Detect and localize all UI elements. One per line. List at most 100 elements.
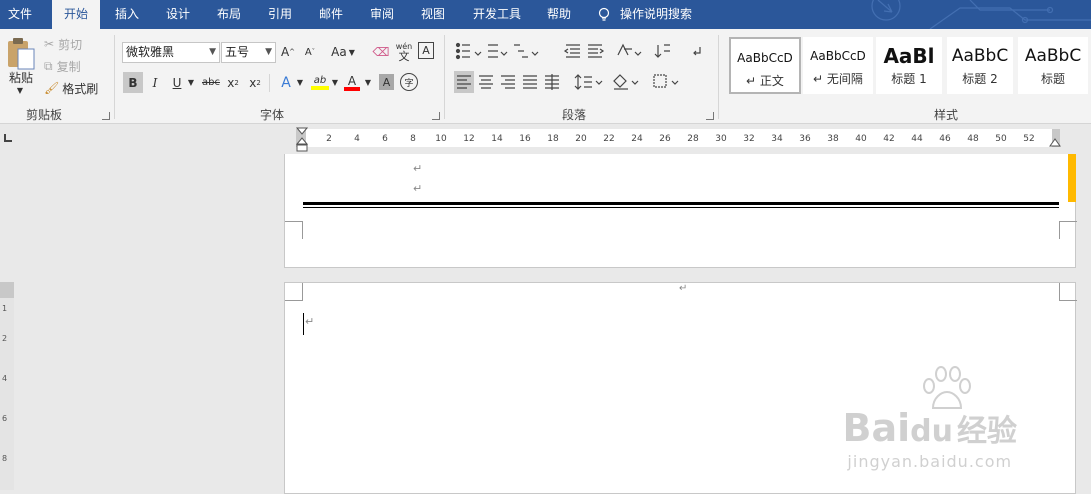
tab-home[interactable]: 开始 <box>52 0 100 29</box>
tab-file[interactable]: 文件 <box>0 0 40 29</box>
font-group-label: 字体 <box>260 108 285 122</box>
ruler-tick-label: 52 <box>1023 134 1035 144</box>
subscript-button[interactable]: x2 <box>225 72 241 93</box>
paste-button[interactable]: 粘贴 <box>4 69 38 85</box>
crop-mark <box>285 283 303 301</box>
font-launcher-icon[interactable] <box>432 112 440 120</box>
vruler-margin <box>0 282 14 298</box>
ruler-area: 2 4 6 8 10 12 14 16 18 20 22 24 26 28 30 32 34 36 38 40 42 44… <box>0 124 1091 154</box>
clear-format-icon[interactable]: ⌫ <box>372 42 390 62</box>
clipboard-launcher-icon[interactable] <box>102 112 110 120</box>
chevron-down-icon: ▼ <box>265 47 272 57</box>
format-painter-button[interactable]: 🖌 格式刷 <box>44 80 102 96</box>
ruler-tick-label: 16 <box>519 134 531 144</box>
tab-layout[interactable]: 布局 <box>208 0 250 29</box>
clipboard-group-label: 剪贴板 <box>26 108 63 122</box>
page-2[interactable]: ↵ ↵ Baidu 经验 jingyan.baidu.com <box>284 282 1077 494</box>
chevron-down-icon: ▼ <box>209 47 216 57</box>
style-no-spacing[interactable]: AaBbCcD ↵ 无间隔 <box>803 37 873 94</box>
ruler-tick-label: 32 <box>743 134 755 144</box>
styles-group-label: 样式 <box>934 108 959 122</box>
vruler-tick-label: 1 <box>2 304 8 313</box>
superscript-button[interactable]: x2 <box>247 72 263 93</box>
ruler-tick-label: 12 <box>463 134 475 144</box>
effects-dropdown-icon[interactable]: ▼ <box>296 72 304 93</box>
group-separator <box>269 74 270 92</box>
vruler-tick-label: 6 <box>2 414 8 423</box>
ruler-tick-label: 18 <box>547 134 559 144</box>
strikethrough-button[interactable]: abc <box>201 72 221 93</box>
baidu-watermark: Baidu 经验 jingyan.baidu.com <box>843 366 1017 471</box>
crop-mark <box>285 221 303 239</box>
bold-button[interactable]: B <box>123 72 143 93</box>
highlight-color-bar <box>311 86 329 90</box>
paragraph-group-label: 段落 <box>562 108 587 122</box>
paw-icon <box>922 366 971 409</box>
underline-button[interactable]: U <box>169 72 185 93</box>
tell-me-search[interactable]: 操作说明搜索 <box>620 0 708 29</box>
lightbulb-icon[interactable] <box>598 7 610 23</box>
ruler-tick-label: 50 <box>995 134 1007 144</box>
right-indent-marker-icon[interactable] <box>1049 137 1061 147</box>
ruler-tick-label: 44 <box>911 134 923 144</box>
tab-review[interactable]: 审阅 <box>361 0 403 29</box>
phonetic-guide-button[interactable]: wén 文 <box>395 40 413 64</box>
char-shading-button[interactable]: A <box>379 74 394 90</box>
ruler-tick-label: 40 <box>855 134 867 144</box>
ruler-tick-label: 30 <box>715 134 727 144</box>
group-separator <box>114 35 115 119</box>
highlight-dropdown-icon[interactable]: ▼ <box>331 72 339 93</box>
paste-dropdown-icon[interactable]: ▼ <box>14 85 26 95</box>
font-name-dropdown[interactable]: 微软雅黑 ▼ <box>122 42 220 63</box>
ruler-tick-label: 24 <box>631 134 643 144</box>
tab-mailings[interactable]: 邮件 <box>310 0 352 29</box>
tab-insert[interactable]: 插入 <box>106 0 148 29</box>
grow-font-button[interactable]: A ^ <box>280 42 296 62</box>
enclose-char-button[interactable]: 字 <box>400 73 418 91</box>
change-case-button[interactable]: Aa ▼ <box>328 42 358 62</box>
vertical-ruler[interactable]: 1 2 4 6 8 <box>0 282 14 490</box>
font-size-dropdown[interactable]: 五号 ▼ <box>221 42 276 63</box>
ruler-tick-label: 22 <box>603 134 615 144</box>
ruler-tick-label: 38 <box>827 134 839 144</box>
scissors-icon: ✂ <box>44 37 55 51</box>
paragraph-mark: ↵ <box>413 182 423 195</box>
ruler-tick-label: 8 <box>410 134 416 144</box>
tab-help[interactable]: 帮助 <box>538 0 580 29</box>
ruler-tick-label: 46 <box>939 134 951 144</box>
tab-design[interactable]: 设计 <box>157 0 199 29</box>
page-1[interactable]: ↵ ↵ <box>284 154 1077 268</box>
copy-button[interactable]: ⧉ 复制 <box>44 58 92 74</box>
cut-button[interactable]: ✂ 剪切 <box>44 36 92 52</box>
baidu-logo-jingyan: 经验 <box>957 414 1017 449</box>
font-color-dropdown-icon[interactable]: ▼ <box>364 72 372 93</box>
group-separator <box>444 35 445 119</box>
indent-marker-icon[interactable] <box>296 127 308 155</box>
font-color-button[interactable]: A <box>343 72 361 93</box>
scroll-marker[interactable] <box>1068 154 1076 202</box>
highlight-button[interactable]: ab <box>310 72 330 93</box>
ruler-tick-label: 14 <box>491 134 503 144</box>
paragraph-launcher-icon[interactable] <box>706 112 714 120</box>
char-border-button[interactable]: A <box>418 42 434 59</box>
style-normal[interactable]: AaBbCcD ↵ 正文 <box>729 37 801 94</box>
title-bar-decoration <box>871 0 1091 29</box>
crop-mark <box>1059 283 1077 301</box>
horizontal-ruler[interactable]: 2 4 6 8 10 12 14 16 18 20 22 24 26 28 30 32 34 36 38 40 42 44… <box>296 127 1061 152</box>
text-effects-button[interactable]: A <box>278 72 294 93</box>
style-title[interactable]: AaBbC 标题 <box>1018 37 1088 94</box>
ruler-tick-label: 34 <box>771 134 783 144</box>
horizontal-rule <box>303 207 1059 208</box>
tab-selector-icon[interactable] <box>4 134 12 142</box>
tab-references[interactable]: 引用 <box>259 0 301 29</box>
style-heading-1[interactable]: AaBl 标题 1 <box>876 37 942 94</box>
tab-view[interactable]: 视图 <box>412 0 454 29</box>
underline-dropdown-icon[interactable]: ▼ <box>186 72 196 93</box>
group-separator <box>718 35 719 119</box>
paste-icon[interactable] <box>6 37 36 71</box>
tab-developer[interactable]: 开发工具 <box>466 0 528 29</box>
shrink-font-button[interactable]: Aˇ <box>302 42 318 62</box>
style-heading-2[interactable]: AaBbC 标题 2 <box>947 37 1013 94</box>
italic-button[interactable]: I <box>147 72 163 93</box>
font-color-bar <box>344 86 360 91</box>
